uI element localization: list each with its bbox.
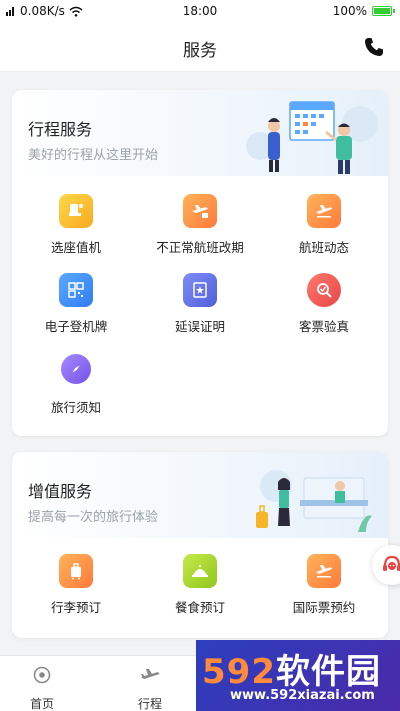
meal-icon [183,554,217,588]
delay-certificate-item[interactable]: 延误证明 [140,273,260,335]
ticket-verify-icon [307,273,341,307]
headset-icon [383,555,400,571]
watermark-brand-name: 软件园 [275,652,381,692]
trip-services-card: 行程服务 美好的行程从这里开始 选座值机 不正常航班改期 航班动态 电子登机牌 … [12,90,388,436]
compass-icon [61,354,91,384]
hotel-reception-illustration [256,470,372,532]
value-added-banner: 增值服务 提高每一次的旅行体验 [12,452,388,538]
watermark-brand-number: 592 [202,652,276,692]
luggage-icon [59,554,93,588]
item-label: 餐食预订 [174,600,225,615]
tab-home[interactable]: 首页 [2,664,82,711]
item-label: 航班动态 [298,240,349,255]
card-title: 行程服务 [28,120,93,139]
site-watermark: 592软件园 www.592xiazai.com [196,640,400,711]
nav-header: 服务 [0,22,400,72]
item-label: 电子登机牌 [44,319,108,334]
plane-icon [141,669,160,679]
card-title: 增值服务 [28,482,93,501]
battery-icon [372,6,395,16]
travel-notice-item[interactable]: 旅行须知 [16,354,136,416]
tab-trip[interactable]: 行程 [110,664,190,711]
delay-certificate-icon [183,273,217,307]
flight-reschedule-icon [183,194,217,228]
meal-booking-item[interactable]: 餐食预订 [140,554,260,616]
item-label: 不正常航班改期 [156,240,244,255]
home-icon [33,666,51,684]
item-label: 选座值机 [50,240,101,255]
seat-checkin-item[interactable]: 选座值机 [16,194,136,256]
item-label: 国际票预约 [292,600,356,615]
card-subtitle: 美好的行程从这里开始 [28,148,159,163]
tab-label: 首页 [29,697,54,711]
travel-counter-illustration [246,101,378,174]
item-label: 旅行须知 [50,400,101,415]
international-ticket-item[interactable]: 国际票预约 [264,554,384,616]
value-added-services-card: 增值服务 提高每一次的旅行体验 行李预订 餐食预订 国际票预约 [12,452,388,638]
flight-status-icon [307,194,341,228]
tab-label: 行程 [137,697,162,711]
status-bar: 0.08K/s 18:00 100% [0,0,400,22]
boarding-pass-item[interactable]: 电子登机牌 [16,273,136,335]
page-title: 服务 [183,41,217,61]
card-subtitle: 提高每一次的旅行体验 [28,510,159,525]
flight-reschedule-item[interactable]: 不正常航班改期 [140,194,260,256]
seat-checkin-icon [59,194,93,228]
ticket-verify-item[interactable]: 客票验真 [264,273,384,335]
item-label: 延误证明 [174,319,225,334]
watermark-url: www.592xiazai.com [230,688,375,703]
watermark-brand: 592软件园 [202,644,381,693]
phone-icon[interactable] [362,35,386,59]
international-ticket-icon [307,554,341,588]
luggage-booking-item[interactable]: 行李预订 [16,554,136,616]
flight-status-item[interactable]: 航班动态 [264,194,384,256]
battery-percent: 100% [332,4,367,18]
trip-services-banner: 行程服务 美好的行程从这里开始 [12,90,388,176]
item-label: 客票验真 [298,319,349,334]
item-label: 行李预订 [50,600,101,615]
qr-boarding-pass-icon [59,273,93,307]
